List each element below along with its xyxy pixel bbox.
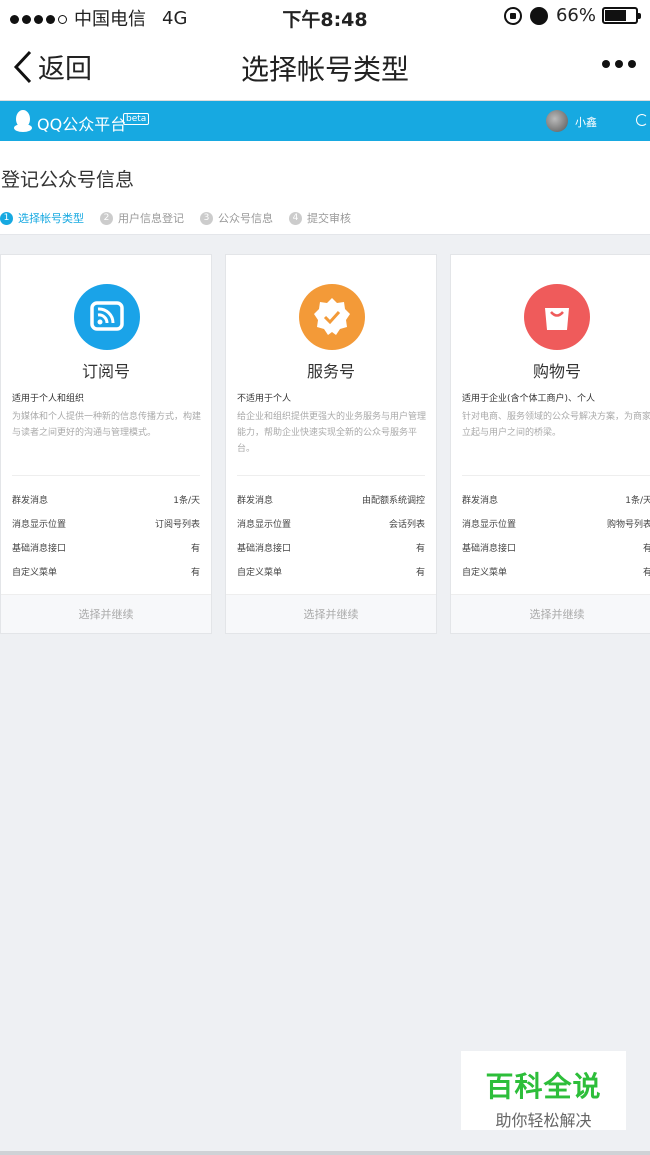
feature-value: 订阅号列表 (154, 520, 200, 530)
account-type-card-service[interactable]: 服务号 不适用于个人 给企业和组织提供更强大的业务服务与用户管理能力，帮助企业快… (225, 254, 437, 634)
feature-row: 自定义菜单 有 (12, 565, 200, 578)
account-type-name: 服务号 (306, 362, 355, 381)
step-number: 2 (100, 211, 113, 225)
step-label: 公众号信息 (218, 212, 273, 225)
target-audience: 不适用于个人 (237, 394, 292, 404)
feature-label: 群发消息 (12, 496, 49, 506)
account-description: 给企业和组织提供更强大的业务服务与用户管理能力，帮助企业快速实现全新的公众号服务… (237, 412, 427, 454)
platform-header: QQ公众平台 beta 小鑫 (0, 101, 650, 141)
account-description: 为媒体和个人提供一种新的信息传播方式，构建与读者之间更好的沟通与管理模式。 (12, 412, 202, 438)
step-4: 4 提交审核 (289, 210, 351, 226)
account-type-card-shopping[interactable]: 购物号 适用于企业(含个体工商户)、个人 针对电商、服务领域的公众号解决方案，为… (450, 254, 650, 634)
alarm-icon (529, 6, 548, 25)
step-number: 1 (0, 211, 13, 225)
step-number: 4 (289, 211, 302, 225)
platform-title: QQ公众平台 (37, 115, 127, 134)
target-audience: 适用于个人和组织 (12, 394, 85, 404)
bottom-divider (0, 1151, 650, 1155)
feature-label: 自定义菜单 (237, 568, 283, 578)
feature-label: 自定义菜单 (12, 568, 58, 578)
feature-row: 基础消息接口 有 (12, 541, 200, 554)
account-type-card-subscription[interactable]: 订阅号 适用于个人和组织 为媒体和个人提供一种新的信息传播方式，构建与读者之间更… (0, 254, 212, 634)
feature-label: 基础消息接口 (237, 544, 292, 554)
feature-label: 消息显示位置 (462, 520, 517, 530)
user-name[interactable]: 小鑫 (575, 114, 597, 130)
divider (462, 475, 650, 476)
step-3: 3 公众号信息 (200, 210, 273, 226)
page-title: 选择帐号类型 (240, 53, 409, 86)
rss-icon (74, 284, 140, 350)
divider (237, 475, 425, 476)
beta-badge: beta (123, 113, 150, 125)
feature-value: 有 (190, 544, 200, 554)
shopping-bag-icon (524, 284, 590, 350)
feature-value: 1条/天 (625, 496, 650, 506)
logout-icon[interactable] (636, 114, 648, 126)
account-description: 针对电商、服务领域的公众号解决方案，为商家建立起与用户之间的桥梁。 (462, 412, 650, 438)
watermark-subtitle: 助你轻松解决 (495, 1111, 592, 1130)
feature-row: 群发消息 1条/天 (12, 493, 200, 506)
feature-label: 群发消息 (237, 496, 274, 506)
feature-label: 消息显示位置 (12, 520, 67, 530)
select-continue-button[interactable]: 选择并继续 (451, 594, 650, 633)
feature-value: 购物号列表 (606, 520, 650, 530)
select-continue-button[interactable]: 选择并继续 (226, 594, 436, 633)
feature-value: 有 (415, 544, 425, 554)
section-heading: 登记公众号信息 (1, 169, 135, 191)
step-label: 用户信息登记 (118, 212, 184, 225)
feature-label: 群发消息 (462, 496, 499, 506)
feature-value: 有 (190, 568, 200, 578)
step-label: 选择帐号类型 (18, 212, 84, 225)
feature-value: 1条/天 (173, 496, 200, 506)
qq-penguin-icon (14, 110, 32, 132)
step-indicator: 1 选择帐号类型 2 用户信息登记 3 公众号信息 4 提交审核 (0, 210, 367, 226)
feature-row: 群发消息 1条/天 (462, 493, 650, 506)
avatar[interactable] (546, 110, 568, 132)
feature-row: 群发消息 由配额系统调控 (237, 493, 425, 506)
feature-label: 基础消息接口 (12, 544, 67, 554)
status-bar: 中国电信 4G 下午8:48 66% (0, 0, 650, 32)
feature-row: 消息显示位置 会话列表 (237, 517, 425, 530)
select-continue-button[interactable]: 选择并继续 (1, 594, 211, 633)
divider (12, 475, 200, 476)
feature-row: 自定义菜单 有 (237, 565, 425, 578)
target-audience: 适用于企业(含个体工商户)、个人 (462, 394, 596, 404)
feature-label: 自定义菜单 (462, 568, 508, 578)
feature-label: 基础消息接口 (462, 544, 517, 554)
more-icon[interactable] (597, 60, 636, 68)
step-label: 提交审核 (307, 212, 351, 225)
step-1: 1 选择帐号类型 (0, 210, 84, 226)
rotation-lock-icon (503, 6, 522, 25)
verified-badge-icon (299, 284, 365, 350)
feature-value: 由配额系统调控 (361, 496, 425, 506)
feature-row: 基础消息接口 有 (462, 541, 650, 554)
feature-value: 有 (415, 568, 425, 578)
account-type-name: 订阅号 (81, 362, 130, 381)
feature-row: 基础消息接口 有 (237, 541, 425, 554)
feature-row: 自定义菜单 有 (462, 565, 650, 578)
watermark-logo: 百科全说 助你轻松解决 (461, 1051, 626, 1130)
battery-icon (602, 7, 641, 24)
feature-row: 消息显示位置 购物号列表 (462, 517, 650, 530)
feature-row: 消息显示位置 订阅号列表 (12, 517, 200, 530)
navigation-bar: 返回 选择帐号类型 (0, 32, 650, 101)
feature-label: 消息显示位置 (237, 520, 292, 530)
step-number: 3 (200, 211, 213, 225)
feature-value: 有 (643, 565, 650, 578)
account-type-name: 购物号 (532, 362, 581, 381)
registration-header: 登记公众号信息 1 选择帐号类型 2 用户信息登记 3 公众号信息 4 提交审核 (0, 141, 650, 235)
battery-percent: 66% (555, 5, 596, 26)
feature-value: 会话列表 (388, 520, 425, 530)
feature-value: 有 (643, 541, 650, 554)
watermark-title: 百科全说 (485, 1070, 602, 1103)
step-2: 2 用户信息登记 (100, 210, 184, 226)
